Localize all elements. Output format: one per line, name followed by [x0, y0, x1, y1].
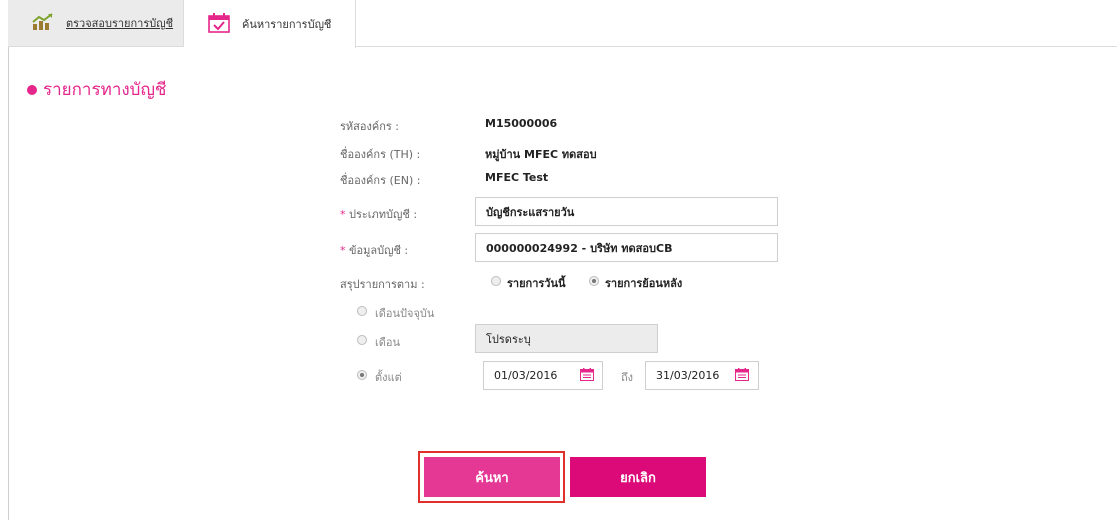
- org-code-label: รหัสองค์กร :: [340, 120, 399, 133]
- chart-icon: [32, 12, 54, 34]
- radio-current-month[interactable]: [357, 306, 367, 316]
- search-button[interactable]: ค้นหา: [424, 457, 560, 497]
- calendar-check-icon: [208, 12, 230, 36]
- section-title: รายการทางบัญชี: [27, 76, 166, 103]
- org-name-th-value: หมู่บ้าน MFEC ทดสอบ: [485, 148, 597, 161]
- account-type-label-text: ประเภทบัญชี :: [345, 208, 418, 221]
- radio-history[interactable]: [589, 276, 599, 286]
- bullet-icon: [27, 84, 37, 95]
- date-to-value: 31/03/2016: [656, 369, 720, 382]
- radio-history-label: รายการย้อนหลัง: [605, 277, 683, 290]
- account-info-select[interactable]: 000000024992 - บริษัท ทดสอบCB: [475, 233, 778, 262]
- org-name-en-value: MFEC Test: [485, 171, 549, 184]
- radio-month[interactable]: [357, 335, 367, 345]
- org-name-th-label: ชื่อองค์กร (TH) :: [340, 148, 421, 161]
- radio-date-range-label: ตั้งแต่: [375, 371, 402, 384]
- tab-label: ตรวจสอบรายการบัญชี: [66, 17, 174, 30]
- tab-bar: ตรวจสอบรายการบัญชี ค้นหารายการบัญชี: [8, 0, 1117, 48]
- tab-label: ค้นหารายการบัญชี: [242, 18, 332, 31]
- radio-current-month-label: เดือนปัจจุบัน: [375, 307, 435, 320]
- calendar-icon[interactable]: [580, 368, 594, 381]
- month-placeholder: โปรดระบุ: [486, 332, 531, 346]
- cancel-button[interactable]: ยกเลิก: [570, 457, 706, 497]
- account-type-value: บัญชีกระแสรายวัน: [486, 205, 575, 219]
- radio-today-label: รายการวันนี้: [507, 277, 566, 290]
- account-info-label: * ข้อมูลบัญชี :: [340, 241, 408, 259]
- account-type-label: * ประเภทบัญชี :: [340, 205, 417, 223]
- date-from-value: 01/03/2016: [494, 369, 558, 382]
- account-info-value: 000000024992 - บริษัท ทดสอบCB: [486, 241, 673, 255]
- section-title-text: รายการทางบัญชี: [43, 80, 167, 100]
- radio-month-label: เดือน: [375, 336, 401, 349]
- org-code-value: M15000006: [485, 117, 558, 130]
- radio-today[interactable]: [491, 276, 501, 286]
- org-name-en-label: ชื่อองค์กร (EN) :: [340, 174, 421, 187]
- calendar-icon[interactable]: [735, 368, 749, 381]
- account-type-select[interactable]: บัญชีกระแสรายวัน: [475, 197, 778, 226]
- month-select[interactable]: โปรดระบุ: [475, 324, 658, 353]
- radio-date-range[interactable]: [357, 370, 367, 380]
- summary-label: สรุปรายการตาม :: [340, 278, 425, 291]
- date-to-label: ถึง: [621, 371, 634, 384]
- tab-account-search[interactable]: ค้นหารายการบัญชี: [184, 0, 356, 48]
- tab-account-check[interactable]: ตรวจสอบรายการบัญชี: [8, 0, 184, 47]
- account-info-label-text: ข้อมูลบัญชี :: [345, 244, 409, 257]
